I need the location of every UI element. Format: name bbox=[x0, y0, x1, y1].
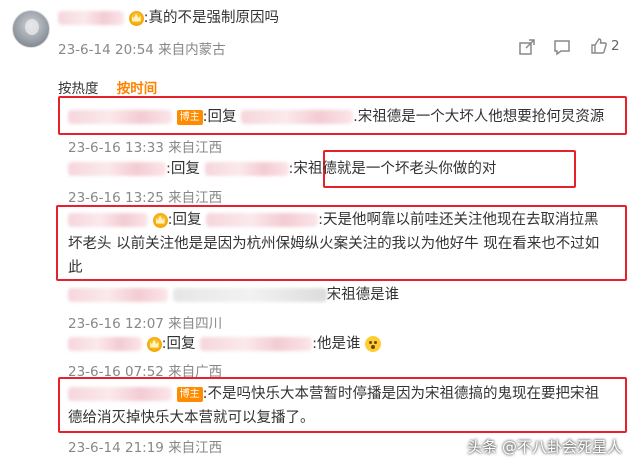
username-blurred[interactable] bbox=[68, 288, 168, 302]
blogger-badge: 博主 bbox=[176, 386, 203, 402]
username-blurred[interactable] bbox=[58, 11, 124, 25]
username-blurred[interactable] bbox=[206, 213, 319, 227]
reply-row: 博主:不是吗快乐大本营暂时停播是因为宋祖德搞的鬼现在要把宋祖 bbox=[68, 384, 599, 404]
crown-icon bbox=[152, 212, 168, 228]
reply-text-line: 此 bbox=[68, 260, 83, 276]
reply-text: :宋祖德就是一个坏老头你做的对 bbox=[288, 161, 497, 177]
watermark: 头条 @不八卦会死星人 bbox=[467, 438, 622, 456]
like-count: 2 bbox=[611, 38, 620, 54]
reply-label: :回复 bbox=[161, 336, 196, 352]
reply-label: :回复 bbox=[166, 161, 200, 177]
reply-row: 博主:回复 .宋祖德是一个大坏人他想要抢何炅资源 bbox=[68, 107, 604, 127]
reply-text: :不是吗快乐大本营暂时停播是因为宋祖德搞的鬼现在要把宋祖 bbox=[202, 386, 599, 402]
username-blurred[interactable] bbox=[68, 337, 142, 351]
reply-row: :回复 :他是谁 bbox=[68, 334, 382, 354]
username-blurred[interactable] bbox=[204, 162, 289, 176]
reply-row: :回复 :宋祖德就是一个坏老头你做的对 bbox=[68, 159, 496, 179]
reply-text: 宋祖德是谁 bbox=[326, 287, 400, 303]
reply-meta: 23-6-14 21:19 来自江西 bbox=[68, 440, 223, 456]
username-blurred[interactable] bbox=[172, 288, 327, 302]
reply-meta: 23-6-16 12:07 来自四川 bbox=[68, 316, 223, 332]
like-icon[interactable] bbox=[590, 37, 608, 55]
username-blurred[interactable] bbox=[68, 110, 172, 124]
avatar[interactable] bbox=[12, 10, 50, 48]
reply-text: :天是他啊靠以前哇还关注他现在去取消拉黑 bbox=[318, 212, 599, 228]
crown-icon bbox=[146, 336, 162, 352]
reply-text-line: 德给消灭掉快乐大本营就可以复播了。 bbox=[68, 410, 315, 426]
username-blurred[interactable] bbox=[68, 213, 148, 227]
top-comment: :真的不是强制原因吗 bbox=[58, 8, 279, 28]
reply-meta: 23-6-16 13:25 来自江西 bbox=[68, 190, 223, 206]
share-icon[interactable] bbox=[518, 38, 536, 56]
reply-meta: 23-6-16 13:33 来自江西 bbox=[68, 140, 223, 156]
reply-row: :回复 :天是他啊靠以前哇还关注他现在去取消拉黑 bbox=[68, 210, 599, 230]
crown-icon bbox=[128, 10, 144, 26]
tab-by-heat[interactable]: 按热度 bbox=[58, 77, 99, 97]
reply-text: :他是谁 bbox=[312, 336, 361, 352]
comment-text: :真的不是强制原因吗 bbox=[143, 10, 279, 26]
username-blurred[interactable] bbox=[68, 162, 166, 176]
reply-row: 宋祖德是谁 bbox=[68, 285, 399, 305]
blogger-badge: 博主 bbox=[176, 109, 203, 125]
comment-meta: 23-6-14 20:54 来自内蒙古 bbox=[58, 42, 226, 58]
username-blurred[interactable] bbox=[200, 337, 313, 351]
username-blurred[interactable] bbox=[241, 110, 354, 124]
comment-icon[interactable] bbox=[553, 38, 571, 56]
reply-label: :回复 bbox=[202, 109, 237, 125]
sort-tabs: 按热度 按时间 bbox=[58, 77, 171, 97]
emoji-icon bbox=[365, 336, 382, 352]
reply-text: .宋祖德是一个大坏人他想要抢何炅资源 bbox=[353, 109, 605, 125]
username-blurred[interactable] bbox=[68, 387, 172, 401]
reply-label: :回复 bbox=[167, 212, 202, 228]
tab-by-time[interactable]: 按时间 bbox=[117, 77, 158, 97]
reply-text-line: 坏老头 以前关注他是是因为杭州保姆纵火案关注的我以为他好牛 现在看来也不过如 bbox=[68, 236, 600, 252]
